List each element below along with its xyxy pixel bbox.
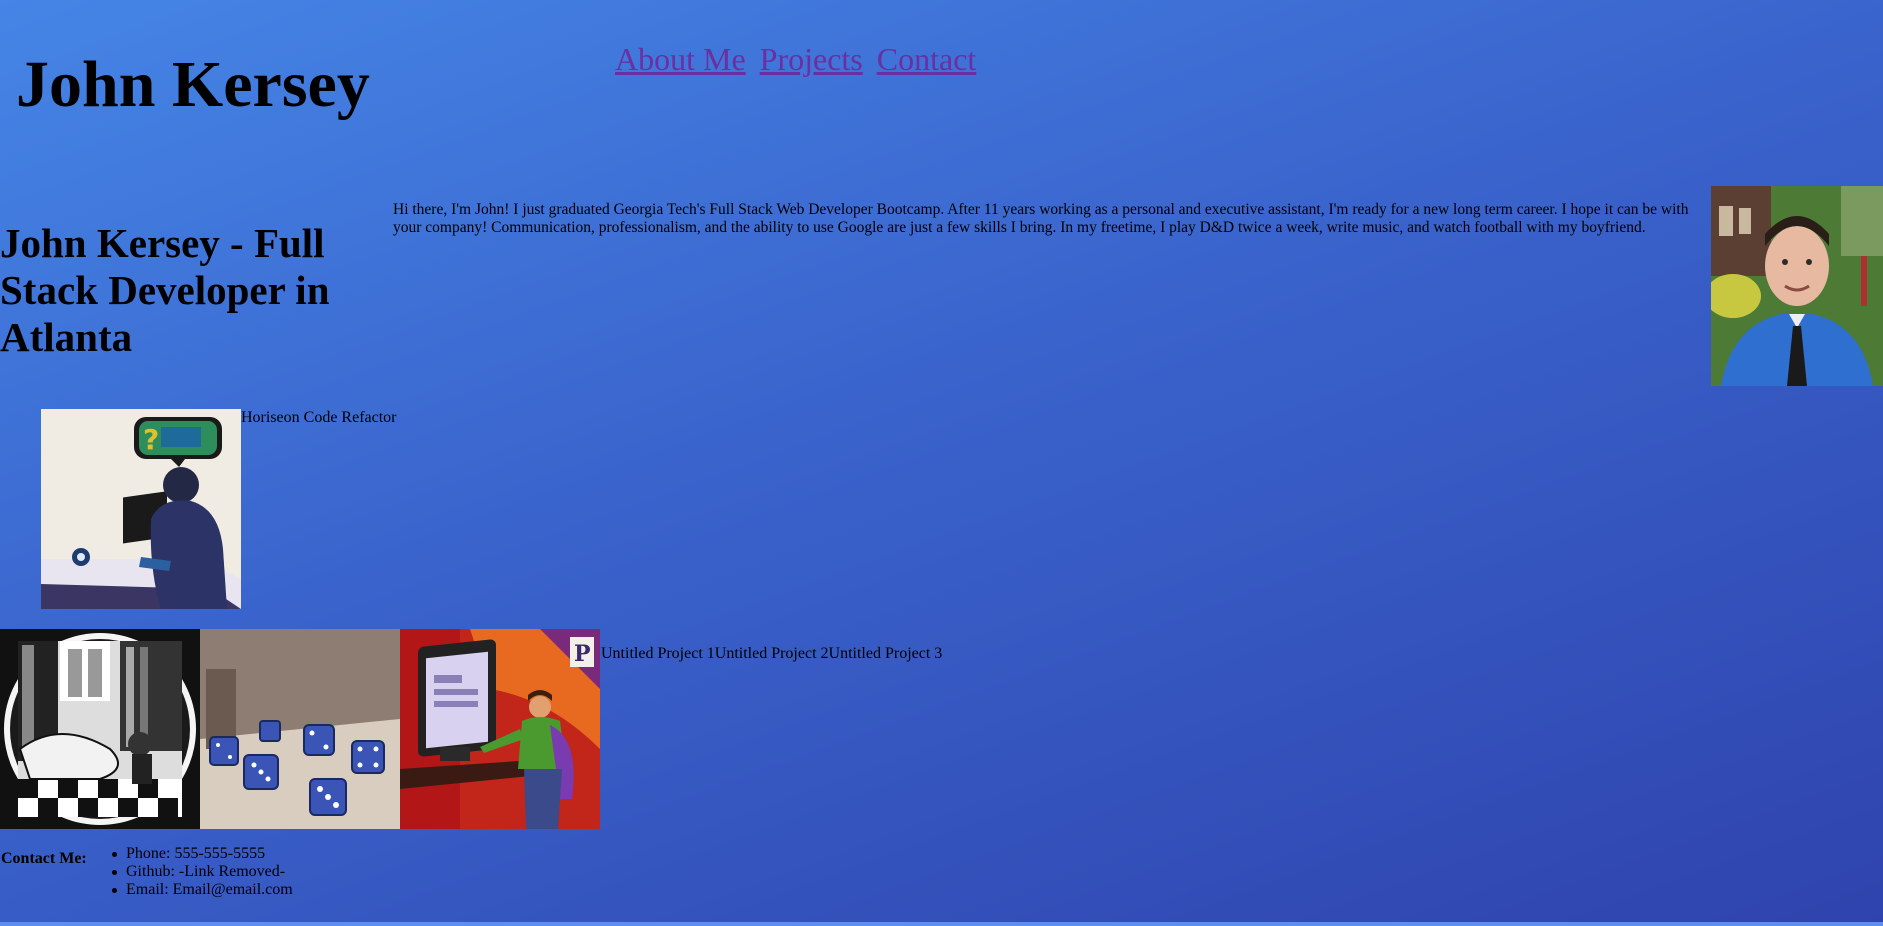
contact-github[interactable]: Github: -Link Removed-	[112, 863, 293, 881]
project-2-image[interactable]	[200, 629, 400, 829]
project-3-image[interactable]: P	[400, 629, 600, 829]
contact-heading: Contact Me:	[1, 850, 87, 867]
nav-link-about[interactable]: About Me	[615, 41, 746, 77]
about-headline: John Kersey - Full Stack Developer in At…	[0, 220, 330, 360]
contact-list: Phone: 555-555-5555 Github: -Link Remove…	[112, 845, 293, 899]
project-3-title[interactable]: Untitled Project 3	[829, 645, 943, 662]
profile-photo	[1711, 186, 1883, 386]
featured-project-title[interactable]: Horiseon Code Refactor	[241, 409, 397, 427]
nav-link-projects[interactable]: Projects	[760, 41, 863, 77]
svg-text:P: P	[574, 641, 591, 667]
site-title: John Kersey	[16, 48, 370, 121]
nav-link-contact[interactable]: Contact	[877, 41, 977, 77]
about-bio: Hi there, I'm John! I just graduated Geo…	[393, 201, 1689, 236]
project-1-image[interactable]	[0, 629, 200, 829]
svg-text:?: ?	[143, 423, 159, 456]
featured-project-image[interactable]: ?	[41, 409, 241, 609]
project-titles: Untitled Project 1Untitled Project 2Unti…	[601, 645, 942, 663]
project-2-title[interactable]: Untitled Project 2	[715, 645, 829, 662]
footer-bar	[0, 922, 1883, 926]
project-1-title[interactable]: Untitled Project 1	[601, 645, 715, 662]
main-nav: About Me Projects Contact	[615, 43, 982, 75]
contact-email[interactable]: Email: Email@email.com	[112, 881, 293, 899]
contact-phone: Phone: 555-555-5555	[112, 845, 293, 863]
